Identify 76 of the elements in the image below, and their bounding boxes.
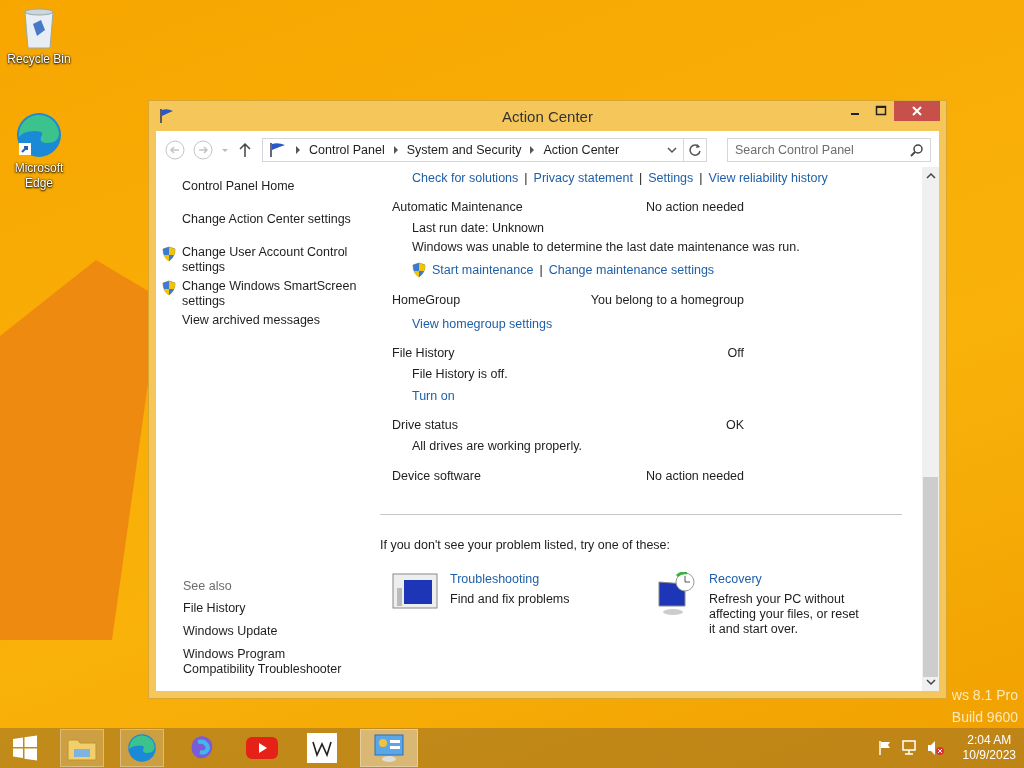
section-title: Device software	[392, 469, 481, 483]
muted-speaker-icon[interactable]	[926, 740, 945, 756]
browser-icon[interactable]	[15, 111, 63, 159]
section-status: Off	[727, 346, 744, 360]
status-message: File History is off.	[411, 366, 508, 382]
tool-link[interactable]: Troubleshooting	[450, 572, 600, 586]
chevron-down-icon[interactable]	[665, 145, 679, 155]
status-message: Last run date: Unknown	[411, 220, 545, 236]
chevron-right-icon[interactable]	[294, 145, 302, 155]
scroll-down-icon[interactable]	[924, 677, 937, 687]
action-link[interactable]: View homegroup settings	[412, 317, 553, 331]
shield-icon	[162, 280, 176, 296]
link-separator: |	[638, 171, 643, 185]
network-icon[interactable]	[900, 740, 919, 756]
chevron-right-icon[interactable]	[528, 145, 537, 155]
control-panel-icon	[373, 733, 405, 763]
breadcrumb[interactable]: System and Security	[406, 143, 522, 157]
shield-icon	[162, 246, 176, 262]
browser-icon	[127, 733, 157, 763]
tool-description: Refresh your PC without affecting your files, or reset it and start over.	[709, 592, 859, 637]
task-link[interactable]: Change Action Center settings	[182, 212, 351, 227]
help-prompt: If you don't see your problem listed, try one of these:	[380, 538, 672, 552]
action-link[interactable]: Settings	[648, 171, 694, 185]
close-icon[interactable]	[894, 101, 940, 121]
flag-icon	[269, 142, 287, 158]
play-button-icon	[246, 737, 278, 759]
flag-icon[interactable]	[876, 740, 893, 756]
action-link[interactable]: Change maintenance settings	[548, 263, 715, 277]
see-also-link[interactable]: Windows Update	[183, 624, 351, 639]
see-also-link[interactable]: File History	[183, 601, 351, 616]
search-field[interactable]: Search Control Panel	[727, 138, 931, 162]
section-status: No action needed	[646, 200, 744, 214]
monitor-icon[interactable]	[392, 572, 438, 612]
w-tile-icon	[307, 733, 337, 763]
see-also-heading: See also	[183, 579, 233, 593]
scroll-up-icon[interactable]	[924, 171, 937, 181]
task-link[interactable]: Control Panel Home	[182, 179, 295, 194]
breadcrumb[interactable]: Action Center	[543, 143, 620, 157]
see-also-link[interactable]: Windows Program Compatibility Troubleshooter	[183, 647, 351, 677]
window-title: Action Center	[502, 107, 593, 125]
section-status: No action needed	[646, 469, 744, 483]
link-separator: |	[524, 171, 528, 185]
section-title: HomeGroup	[392, 293, 461, 307]
scrollbar[interactable]	[922, 167, 939, 691]
windows-logo-icon[interactable]	[12, 735, 38, 761]
address-bar[interactable]: Control Panel System and Security Action Center	[262, 138, 684, 162]
scroll-thumb[interactable]	[923, 477, 938, 677]
refresh-icon	[688, 143, 702, 157]
tool-link[interactable]: Recovery	[709, 572, 859, 586]
action-link[interactable]: Turn on	[412, 389, 455, 403]
link-separator: |	[539, 263, 543, 277]
action-link[interactable]: Start maintenance	[412, 262, 534, 278]
tool-description: Find and fix problems	[450, 592, 571, 607]
breadcrumb[interactable]: Control Panel	[309, 143, 385, 157]
os-watermark-text: Build 9600	[951, 708, 1018, 727]
task-link[interactable]: Change User Account Control settings	[182, 245, 386, 275]
status-message: All drives are working properly.	[411, 438, 582, 454]
recycle-bin-icon[interactable]	[21, 6, 57, 50]
action-link[interactable]: Privacy statement	[533, 171, 633, 185]
shield-icon	[412, 262, 426, 278]
section-status: You belong to a homegroup	[590, 293, 744, 307]
refresh-button[interactable]	[683, 138, 707, 162]
os-watermark-text: ws 8.1 Pro	[951, 686, 1018, 705]
section-status: OK	[725, 418, 744, 432]
flag-icon	[159, 108, 175, 124]
section-title: Drive status	[392, 418, 458, 432]
search-icon	[910, 143, 924, 157]
status-message: Windows was unable to determine the last date maintenance was run.	[411, 239, 800, 255]
task-link[interactable]: View archived messages	[182, 313, 321, 328]
action-link[interactable]: Check for solutions	[412, 171, 519, 185]
task-link[interactable]: Change Windows SmartScreen settings	[182, 279, 386, 309]
section-title: File History	[392, 346, 455, 360]
link-separator: |	[699, 171, 703, 185]
section-title: Automatic Maintenance	[392, 200, 523, 214]
action-link[interactable]: View reliability history	[708, 171, 828, 185]
chevron-right-icon[interactable]	[391, 145, 400, 155]
